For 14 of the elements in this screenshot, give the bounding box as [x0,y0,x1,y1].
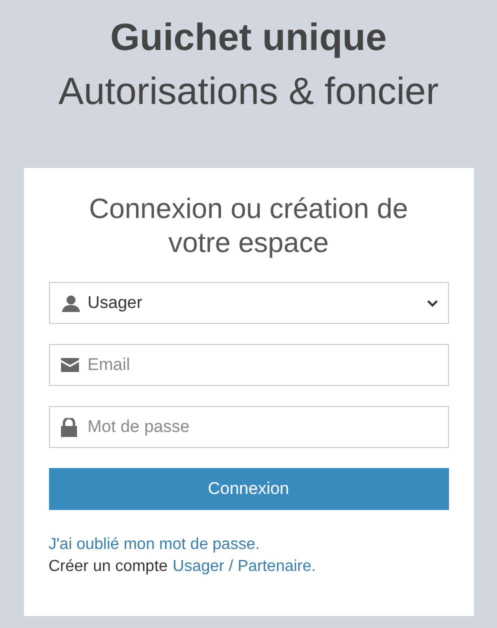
forgot-password-link[interactable]: J'ai oublié mon mot de passe. [48,536,260,554]
lock-icon [60,418,76,436]
mail-icon [60,358,78,372]
login-button[interactable]: Connexion [48,468,448,510]
create-account-link[interactable]: Usager / Partenaire. [172,558,316,576]
email-field[interactable]: Email [48,344,448,386]
card-heading: Connexion ou création de votre espace [88,192,410,260]
page-title: Guichet unique [110,16,387,61]
chevron-icon [426,300,438,306]
password-field[interactable]: Mot de passe [48,406,448,448]
create-account-text: Créer un compte [48,558,168,576]
page-subtitle: Autorisations & foncier [58,70,439,115]
user-icon [62,294,80,312]
role-select[interactable]: Usager [48,282,448,324]
